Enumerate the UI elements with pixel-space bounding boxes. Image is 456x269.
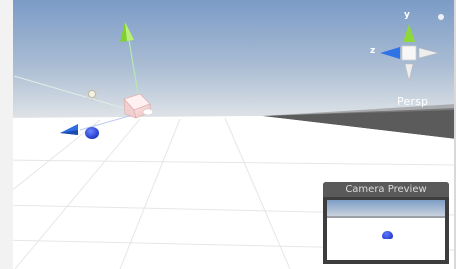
preview-sphere [382, 231, 393, 239]
preview-ground [327, 218, 445, 260]
preview-sky [327, 200, 445, 216]
sphere-object[interactable] [85, 127, 99, 139]
sky [0, 0, 456, 118]
camera-preview-view [327, 200, 445, 260]
camera-preview-title: Camera Preview [323, 182, 449, 197]
camera-preview-panel: Camera Preview [323, 182, 449, 264]
gizmo-y-label: y [404, 10, 410, 20]
gizmo-z-label: z [370, 46, 376, 56]
gizmo-center-cube[interactable] [401, 45, 417, 61]
scene-viewport[interactable]: y z Persp Camera Preview [0, 0, 456, 269]
more-icon[interactable] [438, 14, 444, 20]
projection-toggle[interactable]: Persp [397, 95, 428, 108]
